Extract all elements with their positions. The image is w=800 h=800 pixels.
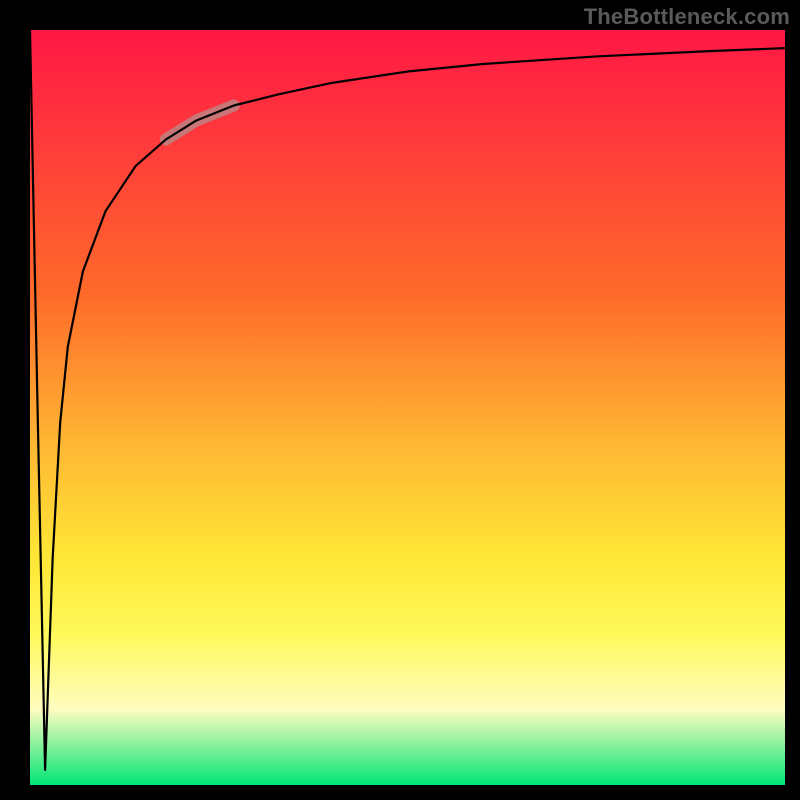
curve-svg — [30, 30, 785, 785]
watermark-text: TheBottleneck.com — [584, 4, 790, 30]
bottleneck-curve — [30, 30, 785, 770]
plot-area — [30, 30, 785, 785]
chart-frame: TheBottleneck.com — [0, 0, 800, 800]
